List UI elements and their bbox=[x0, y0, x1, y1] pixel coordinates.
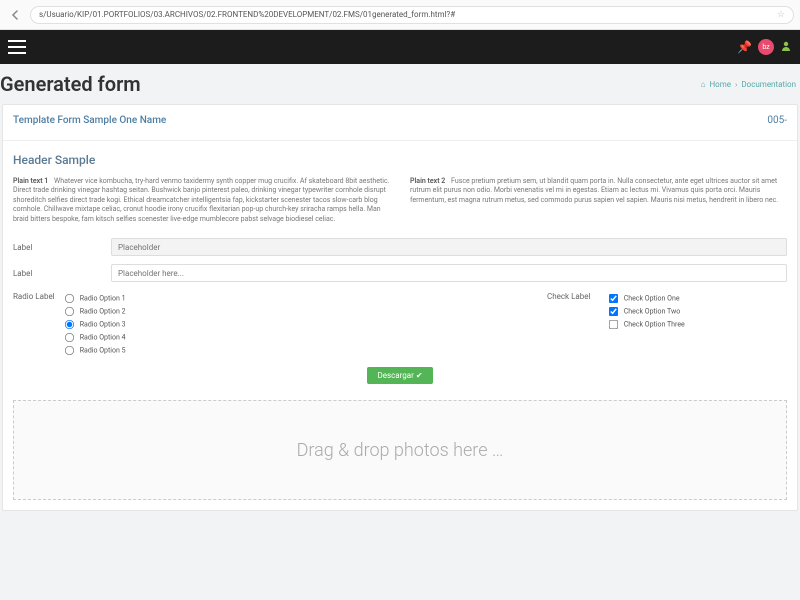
radio-option[interactable]: Radio Option 3 bbox=[63, 318, 126, 331]
plain-text-2: Plain text 2 Fusce pretium pretium sem, … bbox=[410, 177, 787, 224]
input-1[interactable] bbox=[111, 238, 787, 256]
breadcrumb-documentation[interactable]: Documentation bbox=[741, 80, 796, 89]
check-options: Check Option One Check Option Two Check … bbox=[607, 292, 685, 357]
browser-chrome: s/Usuario/KIP/01.PORTFOLIOS/03.ARCHIVOS/… bbox=[0, 0, 800, 30]
photo-dropzone[interactable]: Drag & drop photos here … bbox=[13, 400, 787, 500]
breadcrumb: ⌂ Home › Documentation bbox=[701, 80, 796, 89]
download-button[interactable]: Descargar ✔ bbox=[367, 367, 432, 384]
input-2-label: Label bbox=[13, 269, 103, 278]
check-option[interactable]: Check Option Three bbox=[607, 318, 685, 331]
user-icon[interactable] bbox=[780, 40, 792, 55]
download-button-label: Descargar bbox=[377, 371, 413, 380]
radio-option[interactable]: Radio Option 1 bbox=[63, 292, 126, 305]
user-badge[interactable]: bz bbox=[758, 39, 774, 55]
plain-text-2-label: Plain text 2 bbox=[410, 177, 445, 185]
section-header: Header Sample bbox=[3, 141, 797, 173]
pin-icon[interactable]: 📌 bbox=[737, 40, 752, 54]
bookmark-star-icon[interactable]: ☆ bbox=[777, 10, 785, 20]
address-bar[interactable]: s/Usuario/KIP/01.PORTFOLIOS/03.ARCHIVOS/… bbox=[30, 6, 794, 24]
template-name: Template Form Sample One Name bbox=[13, 115, 166, 126]
hamburger-menu-icon[interactable] bbox=[8, 40, 26, 54]
dropzone-text: Drag & drop photos here … bbox=[297, 440, 504, 461]
breadcrumb-home[interactable]: Home bbox=[709, 80, 731, 89]
plain-text-1-body: Whatever vice kombucha, try-hard venmo t… bbox=[13, 177, 389, 223]
radio-label: Radio Label bbox=[13, 292, 63, 357]
plain-text-1: Plain text 1 Whatever vice kombucha, try… bbox=[13, 177, 390, 224]
page-title: Generated form bbox=[0, 72, 141, 96]
home-icon[interactable]: ⌂ bbox=[701, 80, 706, 89]
url-text: s/Usuario/KIP/01.PORTFOLIOS/03.ARCHIVOS/… bbox=[39, 10, 455, 19]
form-panel: Template Form Sample One Name 005- Heade… bbox=[2, 104, 798, 511]
app-topbar: 📌 bz bbox=[0, 30, 800, 64]
back-icon[interactable] bbox=[6, 6, 24, 24]
plain-text-1-label: Plain text 1 bbox=[13, 177, 48, 185]
radio-option[interactable]: Radio Option 2 bbox=[63, 305, 126, 318]
input-1-label: Label bbox=[13, 243, 103, 252]
plain-text-2-body: Fusce pretium pretium sem, ut blandit qu… bbox=[410, 177, 778, 204]
check-label: Check Label bbox=[547, 292, 607, 357]
check-option[interactable]: Check Option One bbox=[607, 292, 685, 305]
radio-option[interactable]: Radio Option 4 bbox=[63, 331, 126, 344]
input-2[interactable] bbox=[111, 264, 787, 282]
check-option[interactable]: Check Option Two bbox=[607, 305, 685, 318]
template-code: 005- bbox=[767, 115, 787, 126]
radio-options: Radio Option 1 Radio Option 2 Radio Opti… bbox=[63, 292, 126, 357]
radio-option[interactable]: Radio Option 5 bbox=[63, 344, 126, 357]
